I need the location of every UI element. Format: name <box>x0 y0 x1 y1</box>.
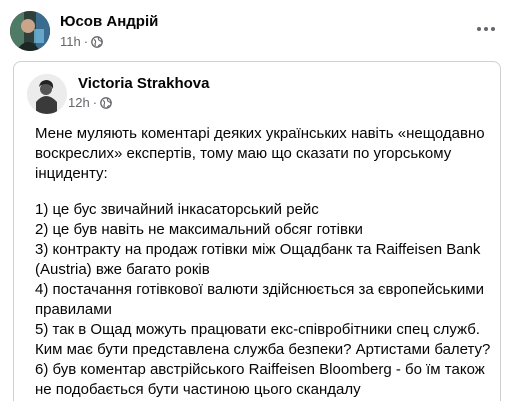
post-line: 4) постачання готівкової валюти здійснює… <box>35 281 484 318</box>
shared-post-text: Мене муляють коментарі деяких українськи… <box>35 124 497 400</box>
post-line: 6) був коментар австрійського Raiffeisen… <box>35 361 485 398</box>
post-line: 5) так в Ощад можуть працювати екс-співр… <box>35 321 491 358</box>
post-time[interactable]: 11h <box>60 34 81 49</box>
author-name[interactable]: Юсов Андрій <box>60 13 158 30</box>
shared-post-meta: 12h · <box>68 95 112 110</box>
post-line: 3) контракту на продаж готівки між Ощадб… <box>35 241 481 278</box>
shared-post-time[interactable]: 12h <box>68 95 90 110</box>
shared-author-avatar[interactable] <box>27 74 67 114</box>
globe-icon <box>100 96 112 109</box>
post-intro: Мене муляють коментарі деяких українськи… <box>35 125 485 182</box>
post-meta: 11h · <box>60 34 103 49</box>
post-header: Юсов Андрій 11h · <box>0 0 513 58</box>
globe-icon <box>91 35 103 48</box>
shared-post-card[interactable]: Victoria Strakhova 12h · Мене муляють ко… <box>13 61 501 401</box>
more-options-icon[interactable] <box>471 14 501 44</box>
meta-separator: · <box>92 95 98 110</box>
shared-author-name[interactable]: Victoria Strakhova <box>78 75 209 92</box>
post-line: 2) це був навіть не максимальний обсяг г… <box>35 221 363 238</box>
meta-separator: · <box>83 34 89 49</box>
author-avatar[interactable] <box>10 11 50 51</box>
post-line: 1) це бус звичайний інкасаторський рейс <box>35 201 319 218</box>
